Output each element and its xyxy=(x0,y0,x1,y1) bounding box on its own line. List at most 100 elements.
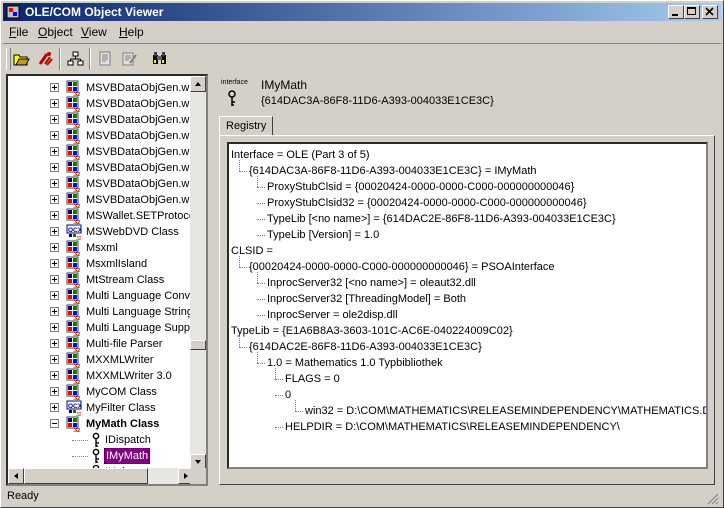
tree-item[interactable]: 32 Multi Language Conver xyxy=(8,288,194,306)
menu-help[interactable]: Help xyxy=(119,25,144,39)
tree-vertical-scrollbar[interactable] xyxy=(190,76,206,470)
registry-entry[interactable]: 1.0 = Mathematics 1.0 Typbibliothek xyxy=(267,355,443,371)
expand-plus-icon[interactable] xyxy=(50,195,59,204)
view-typeinfo-button[interactable] xyxy=(94,48,117,70)
scroll-up-button[interactable] xyxy=(190,76,206,92)
tree-item[interactable]: 32 MSVBDataObjGen.wiz xyxy=(8,96,194,114)
registry-entry[interactable]: TypeLib = {E1A6B8A3-3603-101C-AC6E-04022… xyxy=(231,323,513,339)
menu-file[interactable]: File xyxy=(9,25,28,39)
expand-plus-icon[interactable] xyxy=(50,291,59,300)
tree-item[interactable]: 32 MSWallet.SETProtocolP xyxy=(8,208,194,226)
tree-item[interactable]: 32 MtStream Class xyxy=(8,272,194,290)
tab-registry[interactable]: Registry xyxy=(219,116,274,135)
maximize-button[interactable] xyxy=(684,5,700,19)
expand-plus-icon[interactable] xyxy=(50,243,59,252)
expand-plus-icon[interactable] xyxy=(50,115,59,124)
registry-connector-line xyxy=(275,427,283,428)
registry-entry[interactable]: {00020424-0000-0000-C000-000000000046} =… xyxy=(249,259,555,275)
resize-grip-icon[interactable] xyxy=(707,493,719,505)
expand-plus-icon[interactable] xyxy=(50,371,59,380)
expand-plus-icon[interactable] xyxy=(50,227,59,236)
expand-plus-icon[interactable] xyxy=(50,275,59,284)
ole-object-icon: 32 xyxy=(66,144,82,162)
tree-item[interactable]: 32 MSVBDataObjGen.wiz xyxy=(8,176,194,194)
close-button[interactable] xyxy=(702,5,718,19)
tree-item[interactable]: 32 Multi Language Suppor xyxy=(8,320,194,338)
expand-plus-icon[interactable] xyxy=(50,259,59,268)
view-edit-button[interactable] xyxy=(118,48,141,70)
scroll-thumb[interactable] xyxy=(190,340,206,350)
tree-horizontal-scrollbar[interactable] xyxy=(8,468,194,484)
ole-object-icon: 32 xyxy=(66,240,82,258)
tree-item[interactable]: 32 MXXMLWriter xyxy=(8,352,194,370)
expand-plus-icon[interactable] xyxy=(50,355,59,364)
expand-plus-icon[interactable] xyxy=(50,131,59,140)
expand-plus-icon[interactable] xyxy=(50,403,59,412)
status-text: Ready xyxy=(7,490,39,502)
tree-item-label: MyFilter Class xyxy=(86,402,156,414)
tree-item[interactable]: IDispatch xyxy=(8,432,194,448)
expand-plus-icon[interactable] xyxy=(50,83,59,92)
expert-mode-button[interactable] xyxy=(64,48,87,70)
expand-plus-icon[interactable] xyxy=(50,323,59,332)
expand-plus-icon[interactable] xyxy=(50,387,59,396)
open-button[interactable] xyxy=(10,48,33,70)
tree-item[interactable]: 32 MSVBDataObjGen.wiz xyxy=(8,112,194,130)
tree-item[interactable]: 32 MsxmlIsland xyxy=(8,256,194,274)
tree-item[interactable]: 32 MSVBDataObjGen.wiz xyxy=(8,144,194,162)
arrow-right-icon xyxy=(184,473,188,479)
registry-entry[interactable]: FLAGS = 0 xyxy=(285,371,340,387)
tree-item[interactable]: IMyMath xyxy=(8,448,194,464)
registry-entry[interactable]: {614DAC2E-86F8-11D6-A393-004033E1CE3C} xyxy=(249,339,482,355)
tree-item[interactable]: 32 Multi-file Parser xyxy=(8,336,194,354)
expand-plus-icon[interactable] xyxy=(50,339,59,348)
find-button[interactable] xyxy=(148,48,171,70)
tree-item[interactable]: 32 Msxml xyxy=(8,240,194,258)
tree-item-label: MyCOM Class xyxy=(86,386,157,398)
tree-item-label: MXXMLWriter 3.0 xyxy=(86,370,172,382)
tree-item[interactable]: OCX 32 MSWebDVD Class xyxy=(8,224,194,242)
scroll-left-button[interactable] xyxy=(8,468,24,484)
registry-entry[interactable]: HELPDIR = D:\COM\MATHEMATICS\RELEASEMIND… xyxy=(285,419,620,435)
registry-entry[interactable]: 0 xyxy=(285,387,291,403)
tree-item[interactable]: OCX 32 MyFilter Class xyxy=(8,400,194,418)
tree-item[interactable]: 32 MSVBDataObjGen.wiz xyxy=(8,192,194,210)
expand-plus-icon[interactable] xyxy=(50,163,59,172)
object-tree[interactable]: 32 MSVBDataObjGen.wiz 32 MSVBDataObjGen.wiz… xyxy=(6,74,208,486)
tree-item[interactable]: 32 MyCOM Class xyxy=(8,384,194,402)
registry-entry[interactable]: InprocServer = ole2disp.dll xyxy=(267,307,398,323)
pane-splitter[interactable] xyxy=(209,74,214,486)
minimize-button[interactable] xyxy=(668,5,684,19)
tree-item[interactable]: 32 Multi Language String xyxy=(8,304,194,322)
tree-item-label: MSVBDataObjGen.wiz xyxy=(86,146,194,158)
scroll-thumb-horizontal[interactable] xyxy=(24,468,148,484)
registry-entry[interactable]: {614DAC3A-86F8-11D6-A393-004033E1CE3C} =… xyxy=(249,163,537,179)
menu-object[interactable]: Object xyxy=(38,25,73,39)
registry-view[interactable]: Interface = OLE (Part 3 of 5) {614DAC3A-8… xyxy=(227,142,708,469)
registry-entry[interactable]: CLSID = xyxy=(231,243,273,259)
menu-view[interactable]: View xyxy=(81,25,107,39)
collapse-minus-icon[interactable] xyxy=(50,419,59,428)
tree-item[interactable]: 32 MyMath Class xyxy=(8,416,194,434)
registry-entry[interactable]: ProxyStubClsid32 = {00020424-0000-0000-C… xyxy=(267,195,587,211)
expand-plus-icon[interactable] xyxy=(50,147,59,156)
registry-entry[interactable]: TypeLib [Version] = 1.0 xyxy=(267,227,379,243)
title-bar[interactable]: OLE/COM Object Viewer xyxy=(3,3,721,21)
tree-item[interactable]: 32 MSVBDataObjGen.wiz xyxy=(8,128,194,146)
expand-plus-icon[interactable] xyxy=(50,211,59,220)
tree-item[interactable]: 32 MSVBDataObjGen.wiz xyxy=(8,80,194,98)
expand-plus-icon[interactable] xyxy=(50,99,59,108)
registry-entry[interactable]: TypeLib [<no name>] = {614DAC2E-86F8-11D… xyxy=(267,211,616,227)
release-button[interactable] xyxy=(34,48,57,70)
registry-entry[interactable]: InprocServer32 [ThreadingModel] = Both xyxy=(267,291,466,307)
registry-entry[interactable]: Interface = OLE (Part 3 of 5) xyxy=(231,147,369,163)
registry-entry[interactable]: InprocServer32 [<no name>] = oleaut32.dl… xyxy=(267,275,476,291)
tree-item[interactable]: 32 MSVBDataObjGen.wiz xyxy=(8,160,194,178)
registry-entry[interactable]: win32 = D:\COM\MATHEMATICS\RELEASEMINDEP… xyxy=(305,403,706,419)
tree-connector-line xyxy=(72,440,88,441)
registry-entry[interactable]: ProxyStubClsid = {00020424-0000-0000-C00… xyxy=(267,179,574,195)
tree-item[interactable]: 32 MXXMLWriter 3.0 xyxy=(8,368,194,386)
expand-plus-icon[interactable] xyxy=(50,307,59,316)
ole-object-icon: 32 xyxy=(66,352,82,370)
expand-plus-icon[interactable] xyxy=(50,179,59,188)
